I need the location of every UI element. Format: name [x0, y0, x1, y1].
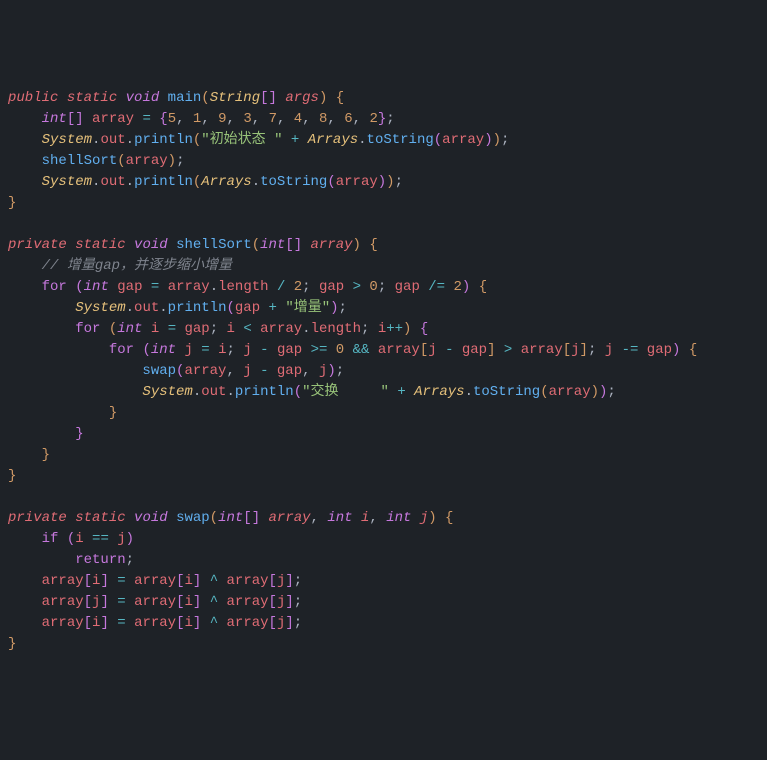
code-line: System.out.println("交换 " + Arrays.toStri…	[8, 384, 616, 400]
comment: // 增量gap，并逐步缩小增量	[42, 258, 232, 274]
code-line: for (int j = i; j - gap >= 0 && array[j …	[8, 342, 697, 358]
type-string: String	[210, 90, 260, 106]
code-line: private static void shellSort(int[] arra…	[8, 237, 378, 253]
blank-line	[8, 216, 16, 232]
code-line: }	[8, 468, 16, 484]
param-args: args	[285, 90, 319, 106]
code-line: int[] array = {5, 1, 9, 3, 7, 4, 8, 6, 2…	[8, 111, 395, 127]
method-name: main	[168, 90, 202, 106]
code-line: }	[8, 405, 117, 421]
code-line: for (int i = gap; i < array.length; i++)…	[8, 321, 428, 337]
code-line: swap(array, j - gap, j);	[8, 363, 344, 379]
keyword-int: int	[42, 111, 67, 127]
code-line: array[j] = array[i] ^ array[j];	[8, 594, 302, 610]
code-line: // 增量gap，并逐步缩小增量	[8, 258, 232, 274]
keyword-public: public	[8, 90, 58, 106]
code-line: shellSort(array);	[8, 153, 184, 169]
code-line: private static void swap(int[] array, in…	[8, 510, 453, 526]
blank-line	[8, 489, 16, 505]
code-line: return;	[8, 552, 134, 568]
code-line: array[i] = array[i] ^ array[j];	[8, 573, 302, 589]
var-array: array	[92, 111, 134, 127]
keyword-void: void	[126, 90, 160, 106]
code-line: System.out.println(gap + "增量");	[8, 300, 347, 316]
code-line: if (i == j)	[8, 531, 134, 547]
code-line: array[i] = array[i] ^ array[j];	[8, 615, 302, 631]
code-editor[interactable]: public static void main(String[] args) {…	[8, 88, 759, 655]
keyword-static: static	[67, 90, 117, 106]
code-line: for (int gap = array.length / 2; gap > 0…	[8, 279, 487, 295]
code-line: System.out.println("初始状态 " + Arrays.toSt…	[8, 132, 509, 148]
code-line: public static void main(String[] args) {	[8, 90, 344, 106]
code-line: System.out.println(Arrays.toString(array…	[8, 174, 403, 190]
code-line: }	[8, 636, 16, 652]
code-line: }	[8, 195, 16, 211]
code-line: }	[8, 447, 50, 463]
code-line: }	[8, 426, 84, 442]
